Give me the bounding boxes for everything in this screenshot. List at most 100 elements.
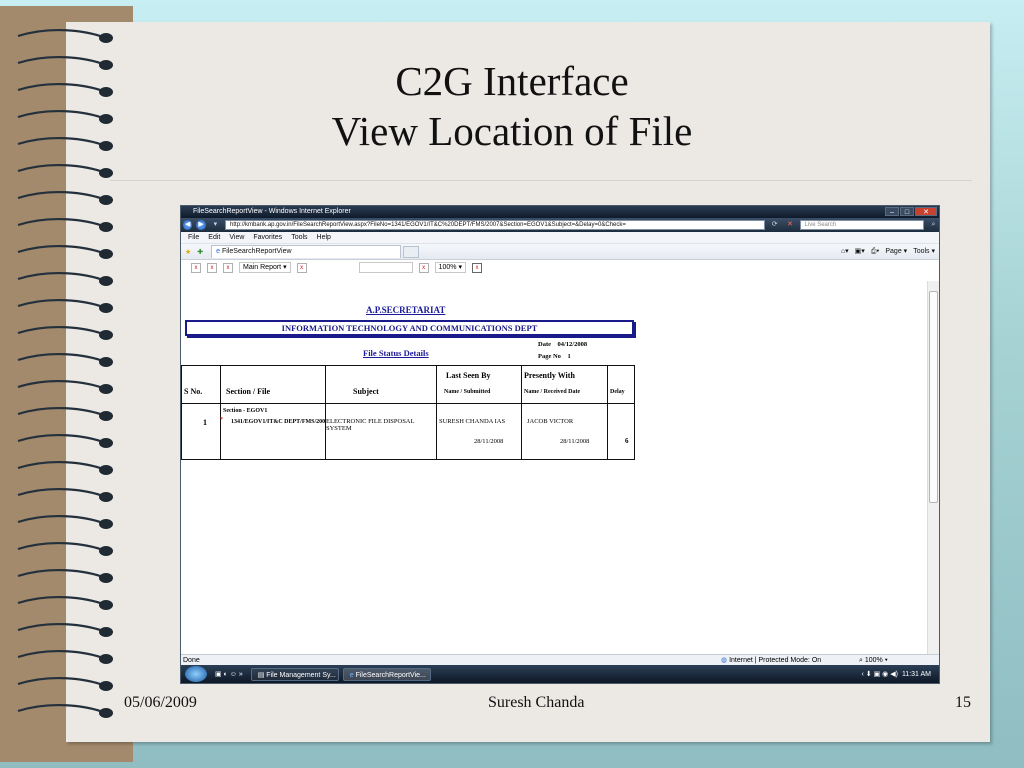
start-button[interactable] [185,666,207,682]
row-presently-name: JACOB VICTOR [527,418,574,425]
row-file[interactable]: 1341/EGOV1/IT&C DEPT/FMS/2007 [231,419,325,425]
maximize-button[interactable]: □ [900,207,914,216]
page-label: Page No [538,353,561,360]
vertical-scrollbar[interactable] [927,281,939,654]
col-delay-header: Delay [610,389,625,395]
close-button[interactable]: ✕ [915,207,937,216]
tab-filesearchreportview[interactable]: e FileSearchReportView [211,245,402,258]
forward-button[interactable]: ▶ [196,220,206,230]
taskbar-item-label: File Management Sy... [266,671,336,679]
refresh-icon[interactable]: ⟳ [769,220,780,230]
taskbar-item-label: FileSearchReportVie... [355,671,426,679]
export-icon[interactable]: x [191,262,201,273]
address-bar[interactable]: http://kmbank.ap.gov.in/FileSearchReport… [225,220,765,230]
favorites-star-icon[interactable]: ★ [185,248,191,256]
slide-title: C2G Interface View Location of File [0,56,1024,156]
search-report-icon[interactable]: x [418,262,429,273]
tab-title: FileSearchReportView [222,248,292,255]
stop-icon[interactable]: ✕ [784,220,795,230]
footer-date: 05/06/2009 [124,694,197,711]
row-subject: ELECTRONIC FILE DISPOSAL SYSTEM [326,418,415,432]
window-controls: – □ ✕ [885,207,937,216]
close-report-icon[interactable]: x [471,262,482,273]
col-subject-header: Subject [353,387,379,396]
search-input[interactable]: Live Search [799,220,924,230]
zoom-select[interactable]: 100% ▾ [434,262,466,273]
menu-file[interactable]: File [188,232,199,243]
magnifier-icon: ⌕ [859,657,863,664]
history-dropdown[interactable]: ▾ [210,220,221,230]
status-text: Done [183,657,200,664]
taskbar-item-file-management[interactable]: ▤ File Management Sy... [250,667,339,681]
col-lastseen-header: Last Seen By [446,371,491,380]
address-row: ◀ ▶ ▾ http://kmbank.ap.gov.in/FileSearch… [181,218,939,232]
report-date: Date 04/12/2008 [538,341,587,348]
system-tray-icons[interactable]: ‹ ⬇ ▣ ◉ ◀) [862,670,898,678]
title-divider [110,180,972,181]
menu-bar: File Edit View Favorites Tools Help [181,232,939,244]
window-titlebar: FileSearchReportView - Windows Internet … [181,206,939,218]
quick-launch-icons[interactable]: ▣ ◐ ☺ » [215,670,243,678]
row-delay: 6 [625,437,629,445]
scrollbar-thumb[interactable] [929,291,938,503]
col-presently-sub: Name / Received Date [524,389,581,395]
department-banner: INFORMATION TECHNOLOGY AND COMMUNICATION… [185,320,634,336]
app-icon: ▤ [257,671,265,679]
expand-marker-icon[interactable]: * [220,417,223,423]
page-menu-label: Page [885,248,902,255]
date-value: 04/12/2008 [557,341,588,348]
menu-help[interactable]: Help [317,232,331,243]
ie-window: FileSearchReportView - Windows Internet … [180,205,940,684]
security-zone-label: Internet | Protected Mode: On [729,657,822,664]
row-sno: 1 [203,418,207,427]
row-section: Section - EGOV1 [223,408,268,414]
taskbar-item-filesearchreportview[interactable]: e FileSearchReportVie... [342,667,431,681]
globe-icon: ◍ [721,657,728,664]
print-report-icon[interactable]: x [207,262,217,273]
page-value: 1 [567,353,571,360]
report-page: Page No 1 [538,353,571,360]
back-button[interactable]: ◀ [183,220,193,230]
clock: 11:31 AM [901,670,931,678]
tools-menu-label: Tools [913,248,930,255]
col-sno-header: S No. [184,387,203,396]
slide-number: 15 [955,694,971,711]
ie-icon: e [349,671,354,679]
minimize-button[interactable]: – [885,207,899,216]
date-label: Date [538,341,551,348]
page-number-input[interactable] [358,262,413,273]
report-heading: A.P.SECRETARIAT [366,305,446,315]
zoom-value: 100% [864,657,883,664]
menu-tools[interactable]: Tools [291,232,307,243]
col-lastseen-sub: Name / Submitted [444,389,491,395]
row-lastseen-name: SURESH CHANDA IAS [439,418,506,425]
row-presently-date: 28/11/2008 [560,438,590,445]
page-menu[interactable]: Page ▾ [885,246,907,257]
tools-menu[interactable]: Tools ▾ [913,246,935,257]
ie-page-icon: e [216,248,221,255]
home-icon[interactable]: ⌂▾ [841,246,849,257]
report-content: A.P.SECRETARIAT INFORMATION TECHNOLOGY A… [181,281,929,654]
search-icon[interactable]: ⌕ [928,220,939,230]
menu-edit[interactable]: Edit [208,232,220,243]
main-report-select[interactable]: Main Report ▾ [239,262,291,273]
menu-view[interactable]: View [229,232,244,243]
file-status-table: S No. Section / File Subject Last Seen B… [181,365,635,460]
col-section-header: Section / File [226,387,270,396]
print-icon[interactable]: ⎙▾ [871,246,880,257]
refresh-report-icon[interactable]: x [296,262,307,273]
menu-favorites[interactable]: Favorites [253,232,282,243]
windows-taskbar: ▣ ◐ ☺ » ▤ File Management Sy... e FileSe… [181,665,939,683]
report-toolbar: x x x Main Report ▾ x x 100% ▾ x [181,260,939,275]
tree-toggle-icon[interactable]: x [223,262,233,273]
slide-title-line1: C2G Interface [395,58,629,104]
footer-author: Suresh Chanda [488,694,585,711]
report-title: File Status Details [363,348,429,358]
window-title: FileSearchReportView - Windows Internet … [193,208,351,215]
feeds-icon[interactable]: ▣▾ [855,246,865,257]
col-presently-header: Presently With [524,371,575,380]
slide-title-line2: View Location of File [331,108,693,154]
add-favorite-icon[interactable]: ✚ [197,248,203,256]
new-tab-button[interactable] [403,245,420,258]
command-bar: ⌂▾ ▣▾ ⎙▾ Page ▾ Tools ▾ [841,246,935,257]
